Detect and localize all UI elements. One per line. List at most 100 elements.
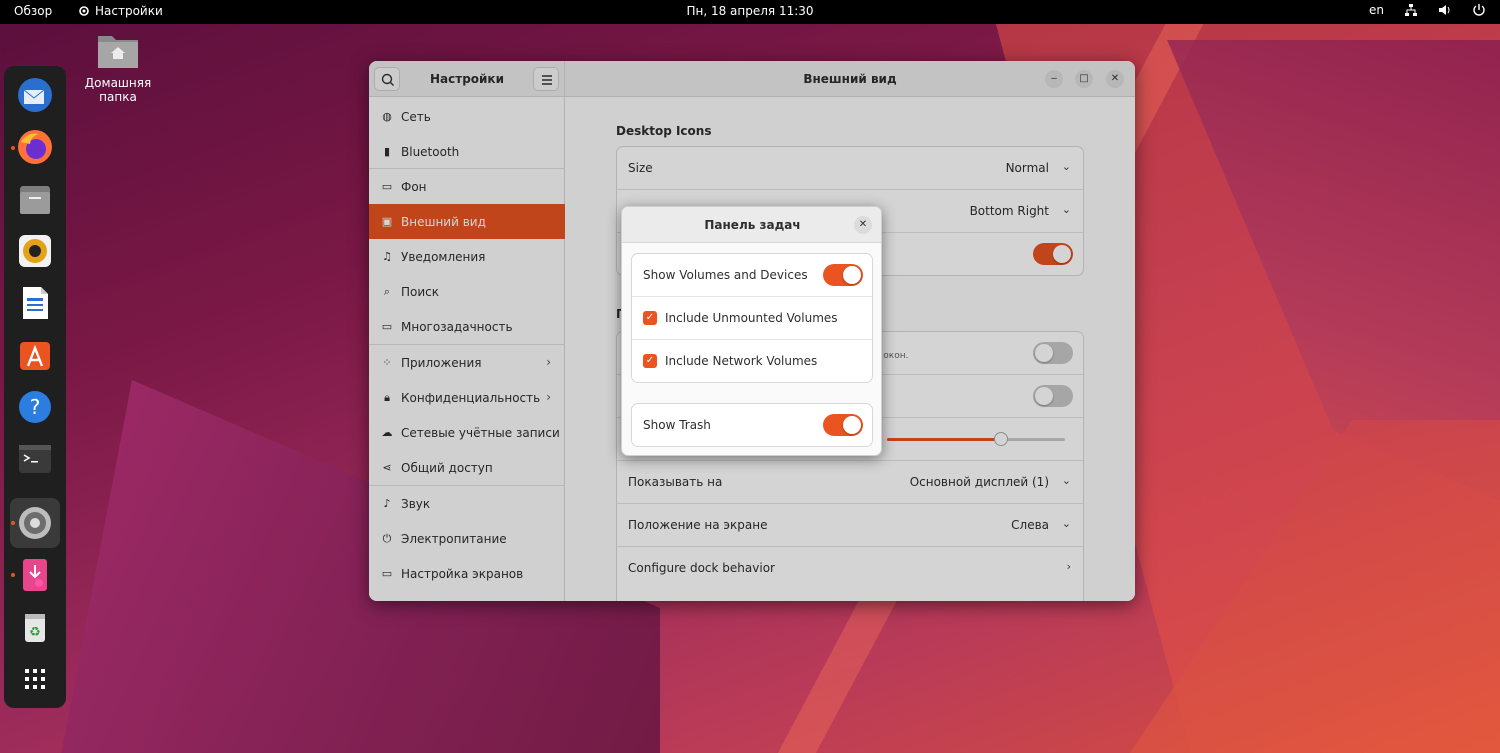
autohide-toggle[interactable] [1033, 342, 1073, 364]
configure-dock-label: Configure dock behavior [628, 561, 775, 575]
show-home-toggle[interactable] [1033, 243, 1073, 265]
show-on-value: Основной дисплей (1) [909, 475, 1049, 489]
home-folder-desktop-icon[interactable]: Домашняя папка [84, 28, 152, 104]
search-icon: ⌕ [383, 284, 391, 298]
appearance-icon: ▣ [381, 214, 393, 228]
toggle-knob [843, 266, 861, 284]
bluetooth-icon: ▮ [383, 144, 391, 158]
home-folder-label-line2: папка [99, 90, 137, 104]
sidebar-item-sound[interactable]: ♪ Звук [369, 486, 565, 521]
size-label: Size [628, 161, 653, 175]
sidebar-item-displays[interactable]: ▭ Настройка экранов [369, 556, 565, 591]
close-icon: ✕ [1110, 73, 1120, 84]
include-network-label: Include Network Volumes [665, 354, 818, 368]
monitor-icon: ▭ [381, 566, 393, 580]
trash-card: Show Trash [631, 403, 873, 447]
menu-button[interactable] [533, 67, 559, 91]
sidebar-item-multitasking[interactable]: ▭ Многозадачность [369, 309, 565, 344]
sidebar-item-label: Приложения [401, 355, 482, 370]
keyboard-layout[interactable]: en [1369, 3, 1384, 17]
dialog-close-button[interactable]: ✕ [854, 216, 872, 234]
icon-size-slider[interactable] [887, 432, 1065, 446]
help-dock-icon[interactable]: ? [16, 388, 54, 426]
sidebar-item-background[interactable]: ▭ Фон [369, 169, 565, 204]
position-value: Bottom Right [969, 204, 1049, 218]
settings-dock-icon[interactable] [16, 504, 54, 542]
screen-position-value: Слева [1011, 518, 1049, 532]
sidebar-item-network[interactable]: ◍ Сеть [369, 99, 565, 134]
configure-dock-row[interactable]: Configure dock behavior › [617, 547, 1083, 590]
share-icon: ⋖ [382, 460, 392, 474]
sidebar-item-apps[interactable]: ⁘ Приложения › [369, 345, 565, 380]
clock[interactable]: Пн, 18 апреля 11:30 [0, 4, 1500, 18]
writer-dock-icon[interactable] [16, 284, 54, 322]
panel-mode-toggle[interactable] [1033, 385, 1073, 407]
dialog-title: Панель задач [704, 218, 801, 232]
volumes-card: Show Volumes and Devices ✓ Include Unmou… [631, 253, 873, 383]
sidebar-item-label: Поиск [401, 284, 440, 299]
sidebar-item-bluetooth[interactable]: ▮ Bluetooth [369, 134, 565, 169]
apps-icon: ⁘ [382, 355, 392, 369]
bell-icon: ♫ [382, 249, 392, 263]
sidebar-item-label: Электропитание [401, 531, 507, 546]
slider-handle[interactable] [994, 432, 1008, 446]
show-volumes-toggle[interactable] [823, 264, 863, 286]
thunderbird-dock-icon[interactable] [16, 76, 54, 114]
sidebar-item-label: Уведомления [401, 249, 486, 264]
slider-fill [887, 438, 1001, 441]
app-installer-dock-icon[interactable] [16, 556, 54, 594]
desktop-icons-heading: Desktop Icons [616, 124, 712, 138]
include-network-row[interactable]: ✓ Include Network Volumes [632, 340, 872, 383]
close-icon: ✕ [858, 219, 868, 230]
sidebar-item-sharing[interactable]: ⋖ Общий доступ [369, 450, 565, 485]
sidebar-item-label: Сеть [401, 109, 431, 124]
include-unmounted-row[interactable]: ✓ Include Unmounted Volumes [632, 297, 872, 340]
maximize-button[interactable]: □ [1075, 70, 1093, 88]
sidebar-item-privacy[interactable]: 🔒︎ Конфиденциальность › [369, 380, 565, 415]
firefox-dock-icon[interactable] [16, 128, 54, 166]
toggle-knob [1035, 344, 1053, 362]
sidebar-item-label: Сетевые учётные записи [401, 425, 560, 440]
svg-text:♻: ♻ [29, 625, 41, 640]
sidebar-item-label: Звук [401, 496, 431, 511]
trash-dock-icon[interactable]: ♻ [16, 608, 54, 646]
close-button[interactable]: ✕ [1106, 70, 1124, 88]
main-header: Внешний вид ‒ □ ✕ [565, 61, 1135, 97]
home-folder-label-line1: Домашняя [84, 76, 152, 90]
sidebar-item-label: Многозадачность [401, 319, 513, 334]
sidebar-item-power[interactable]: ⏻ Электропитание [369, 521, 565, 556]
sidebar-item-appearance[interactable]: ▣ Внешний вид [369, 204, 565, 239]
show-trash-toggle[interactable] [823, 414, 863, 436]
sidebar-item-search[interactable]: ⌕ Поиск [369, 274, 565, 309]
power-icon: ⏻ [382, 531, 392, 545]
show-apps-grid-icon[interactable] [16, 660, 54, 698]
show-on-row[interactable]: Показывать на Основной дисплей (1) ⌄ [617, 461, 1083, 504]
minimize-button[interactable]: ‒ [1045, 70, 1063, 88]
sidebar-item-label: Фон [401, 179, 427, 194]
system-tray[interactable]: en [1369, 3, 1486, 17]
terminal-dock-icon[interactable] [16, 440, 54, 478]
app-center-dock-icon[interactable] [16, 336, 54, 374]
size-row[interactable]: Size Normal ⌄ [617, 147, 1083, 190]
lock-icon: 🔒︎ [384, 390, 390, 404]
sidebar-item-label: Внешний вид [401, 214, 486, 229]
sidebar-item-notifications[interactable]: ♫ Уведомления [369, 239, 565, 274]
chevron-down-icon: ⌄ [1061, 160, 1071, 173]
chevron-down-icon: ⌄ [1061, 474, 1071, 487]
files-dock-icon[interactable] [16, 180, 54, 218]
cloud-icon: ☁ [381, 425, 393, 439]
chevron-down-icon: ⌄ [1061, 203, 1071, 216]
include-network-checkbox[interactable]: ✓ [643, 354, 657, 368]
screen-position-row[interactable]: Положение на экране Слева ⌄ [617, 504, 1083, 547]
include-unmounted-checkbox[interactable]: ✓ [643, 311, 657, 325]
chevron-right-icon: › [546, 390, 551, 404]
multitasking-icon: ▭ [381, 319, 393, 333]
hamburger-icon [542, 75, 552, 85]
chevron-right-icon: › [546, 355, 551, 369]
sidebar-item-online-accounts[interactable]: ☁ Сетевые учётные записи [369, 415, 565, 450]
include-unmounted-label: Include Unmounted Volumes [665, 311, 838, 325]
show-on-label: Показывать на [628, 475, 723, 489]
show-volumes-label: Show Volumes and Devices [643, 268, 808, 282]
sidebar-header: Настройки [369, 61, 565, 97]
rhythmbox-dock-icon[interactable] [16, 232, 54, 270]
